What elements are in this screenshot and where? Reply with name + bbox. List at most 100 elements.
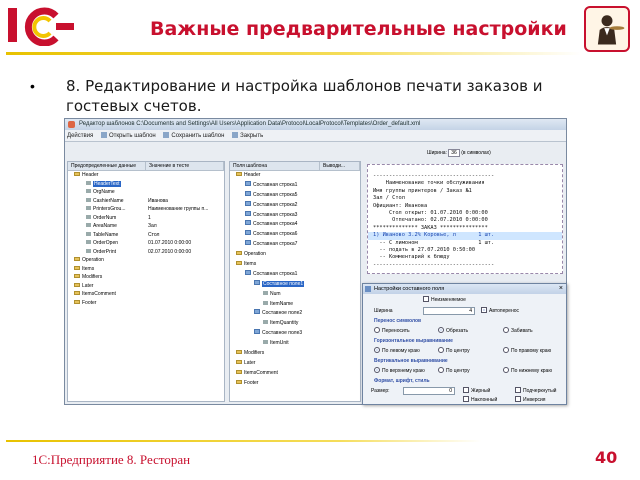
predefined-data-row[interactable]: Later xyxy=(68,282,224,291)
template-field-label: Items xyxy=(244,261,257,268)
template-field-name: ItemsComment xyxy=(236,369,356,379)
bold-checkbox[interactable]: Жирный xyxy=(463,387,490,396)
predefined-data-row[interactable]: AreaName Зал xyxy=(68,222,224,231)
immutable-checkbox[interactable]: Неизменяемое xyxy=(423,296,466,305)
wrap-option[interactable]: Забивать xyxy=(503,327,533,336)
receipt-line: ************** ЗАКАЗ *************** xyxy=(373,224,488,231)
template-field-row[interactable]: Header xyxy=(230,171,360,181)
template-field-row[interactable]: Составное поле1 xyxy=(230,279,360,290)
template-field-row[interactable]: Operation xyxy=(230,250,360,260)
inverse-checkbox[interactable]: Инверсия xyxy=(515,396,546,404)
template-field-row[interactable]: Составная строка7 xyxy=(230,240,360,250)
italic-checkbox[interactable]: Наклонный xyxy=(463,396,497,404)
open-template-button[interactable]: Открыть шаблон xyxy=(100,130,156,142)
template-field-row[interactable]: Составная строка5 xyxy=(230,190,360,201)
radio-icon xyxy=(438,327,444,333)
predefined-data-row[interactable]: OrgName xyxy=(68,188,224,197)
predefined-data-row[interactable]: OrderOpen 01.07.2010 0:00:00 xyxy=(68,239,224,248)
halign-option[interactable]: По центру xyxy=(438,347,470,356)
dialog-width-input[interactable]: 4 xyxy=(423,307,475,315)
italic-check-icon xyxy=(463,396,469,402)
template-field-row[interactable]: Items xyxy=(230,260,360,270)
underline-checkbox[interactable]: Подчеркнутый xyxy=(515,387,556,396)
valign-option[interactable]: По верхнему краю xyxy=(374,367,425,376)
template-field-row[interactable]: Составная строка4 xyxy=(230,220,360,230)
template-field-label: Составная строка6 xyxy=(253,231,298,238)
width-input[interactable]: 36 xyxy=(448,148,460,157)
predefined-data-row[interactable]: PrintersGrou... Наименование группы п... xyxy=(68,205,224,214)
template-field-row[interactable]: ItemUnit xyxy=(230,339,360,349)
actions-menu[interactable]: Действия xyxy=(67,130,93,142)
inverse-label: Инверсия xyxy=(523,397,546,403)
template-field-row[interactable]: ItemQuantity xyxy=(230,319,360,329)
predefined-field-label: CashierName xyxy=(93,197,124,204)
template-field-row[interactable]: Составная строка3 xyxy=(230,210,360,221)
template-field-row[interactable]: Num xyxy=(230,290,360,300)
dialog-close-icon[interactable]: × xyxy=(559,284,563,294)
template-field-label: Составное поле3 xyxy=(262,330,303,337)
valign-option[interactable]: По нижнему краю xyxy=(503,367,552,376)
template-field-row[interactable]: Составная строка1 xyxy=(230,269,360,280)
template-field-label: Составная строка4 xyxy=(253,221,298,228)
predefined-data-row[interactable]: CashierName Иванова xyxy=(68,197,224,206)
predefined-field-name: Header xyxy=(74,171,144,180)
predefined-data-row[interactable]: OrderNum 1 xyxy=(68,214,224,223)
template-field-row[interactable]: Later xyxy=(230,359,360,369)
valign-option[interactable]: По центру xyxy=(438,367,470,376)
predefined-field-label: Later xyxy=(82,282,94,289)
predefined-data-row[interactable]: Items xyxy=(68,265,224,274)
field-icon xyxy=(86,214,91,219)
predefined-field-name: Later xyxy=(74,282,144,291)
composite-node-icon xyxy=(254,329,260,335)
template-field-row[interactable]: Составное поле3 xyxy=(230,329,360,339)
predefined-data-row[interactable]: Modifiers xyxy=(68,273,224,282)
predefined-data-row[interactable]: Footer xyxy=(68,299,224,308)
template-field-name: Составная строка3 xyxy=(245,210,356,221)
predefined-data-row[interactable]: OrderPrint 02.07.2010 0:00:00 xyxy=(68,248,224,257)
col-header-output[interactable]: Выводи... xyxy=(320,162,360,171)
predefined-data-row[interactable]: HeaderText xyxy=(68,180,224,189)
auto-wrap-checkbox[interactable]: Автоперенос xyxy=(481,307,519,316)
template-field-name: Modifiers xyxy=(236,349,356,359)
predefined-field-label: OrderPrint xyxy=(93,248,117,255)
predefined-data-row[interactable]: TableName Стол xyxy=(68,231,224,240)
template-field-row[interactable]: Составное поле2 xyxy=(230,309,360,319)
wrap-option[interactable]: Переносить xyxy=(374,327,410,336)
col-header-predefined[interactable]: Предопределенные данные xyxy=(68,162,146,171)
template-field-row[interactable]: Modifiers xyxy=(230,349,360,359)
template-field-row[interactable]: ItemsComment xyxy=(230,369,360,379)
save-template-button[interactable]: Сохранить шаблон xyxy=(163,130,224,142)
template-field-label: ItemName xyxy=(270,300,294,307)
auto-wrap-label: Автоперенос xyxy=(489,308,519,314)
template-field-row[interactable]: Footer xyxy=(230,379,360,389)
wrap-option[interactable]: Обрезать xyxy=(438,327,468,336)
template-fields-rows: Header Составная строка1 Составная строка5… xyxy=(230,171,360,389)
save-icon xyxy=(163,132,170,138)
template-field-name: Составная строка2 xyxy=(245,200,356,211)
template-field-row[interactable]: ItemName xyxy=(230,300,360,310)
template-field-row[interactable]: Составная строка6 xyxy=(230,230,360,240)
open-icon xyxy=(100,132,107,138)
col-header-test-value[interactable]: Значение в тесте xyxy=(146,162,224,171)
col-header-fields[interactable]: Поля шаблона xyxy=(230,162,320,171)
composite-node-icon xyxy=(245,200,251,206)
predefined-data-row[interactable]: Operation xyxy=(68,256,224,265)
close-button[interactable]: Закрыть xyxy=(232,130,263,142)
receipt-line: Наименование точки обслуживания xyxy=(373,180,485,187)
receipt-line: Зал / Стол xyxy=(373,195,405,202)
predefined-data-row[interactable]: ItemsComment xyxy=(68,290,224,299)
predefined-data-row[interactable]: Header xyxy=(68,171,224,180)
template-field-row[interactable]: Составная строка1 xyxy=(230,180,360,191)
dialog-title: Настройки составного поля xyxy=(374,286,445,292)
halign-option[interactable]: По левому краю xyxy=(374,347,420,356)
receipt-line: Отпечатано: 02.07.2010 0:00:00 xyxy=(373,217,488,224)
folder-icon xyxy=(236,359,242,364)
template-field-label: ItemQuantity xyxy=(270,320,299,327)
halign-option[interactable]: По правому краю xyxy=(503,347,551,356)
underline-check-icon xyxy=(515,387,521,393)
receipt-line: Имя группы принтеров / Заказ №1 xyxy=(373,187,472,194)
folder-icon xyxy=(74,265,80,270)
size-input[interactable]: 0 xyxy=(403,387,455,395)
template-field-row[interactable]: Составная строка2 xyxy=(230,200,360,211)
predefined-field-name: Items xyxy=(74,265,144,274)
